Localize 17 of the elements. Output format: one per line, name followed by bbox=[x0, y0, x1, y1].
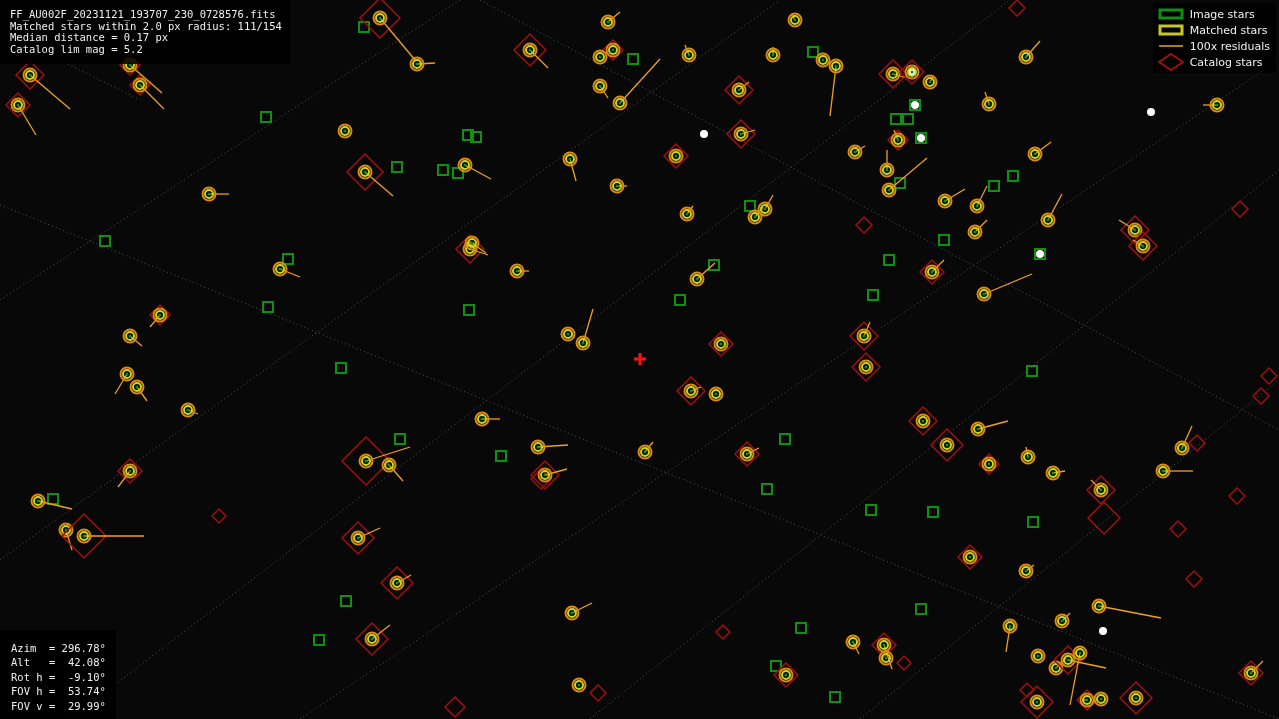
legend-label: 100x residuals bbox=[1189, 39, 1270, 53]
legend-label: Matched stars bbox=[1189, 23, 1268, 37]
info-text: Catalog lim mag = 5.2 bbox=[10, 43, 144, 55]
pointing-text: Alt = 42.08° bbox=[11, 655, 106, 670]
legend-label: Image stars bbox=[1189, 7, 1255, 21]
catalog-star-legend-icon bbox=[1157, 53, 1184, 71]
pointing-text: Rot h = -9.10° bbox=[11, 669, 106, 684]
pointing-text: FOV h = 53.74° bbox=[11, 684, 106, 699]
pointing-text: Azim = 296.78° bbox=[11, 640, 106, 655]
info-text: Matched stars within 2.0 px radius: 111/154 bbox=[10, 20, 282, 32]
matched-star-legend-icon bbox=[1157, 24, 1184, 36]
info-text: Median distance = 0.17 px bbox=[10, 32, 169, 44]
info-text: FF_AU002F_20231121_193707_230_0728576.fits bbox=[10, 9, 277, 21]
image-star-legend-icon bbox=[1157, 8, 1184, 20]
center-cross-icon bbox=[634, 353, 646, 365]
pointing-text: FOV v = 29.99° bbox=[11, 698, 106, 713]
legend-label: Catalog stars bbox=[1189, 55, 1263, 69]
